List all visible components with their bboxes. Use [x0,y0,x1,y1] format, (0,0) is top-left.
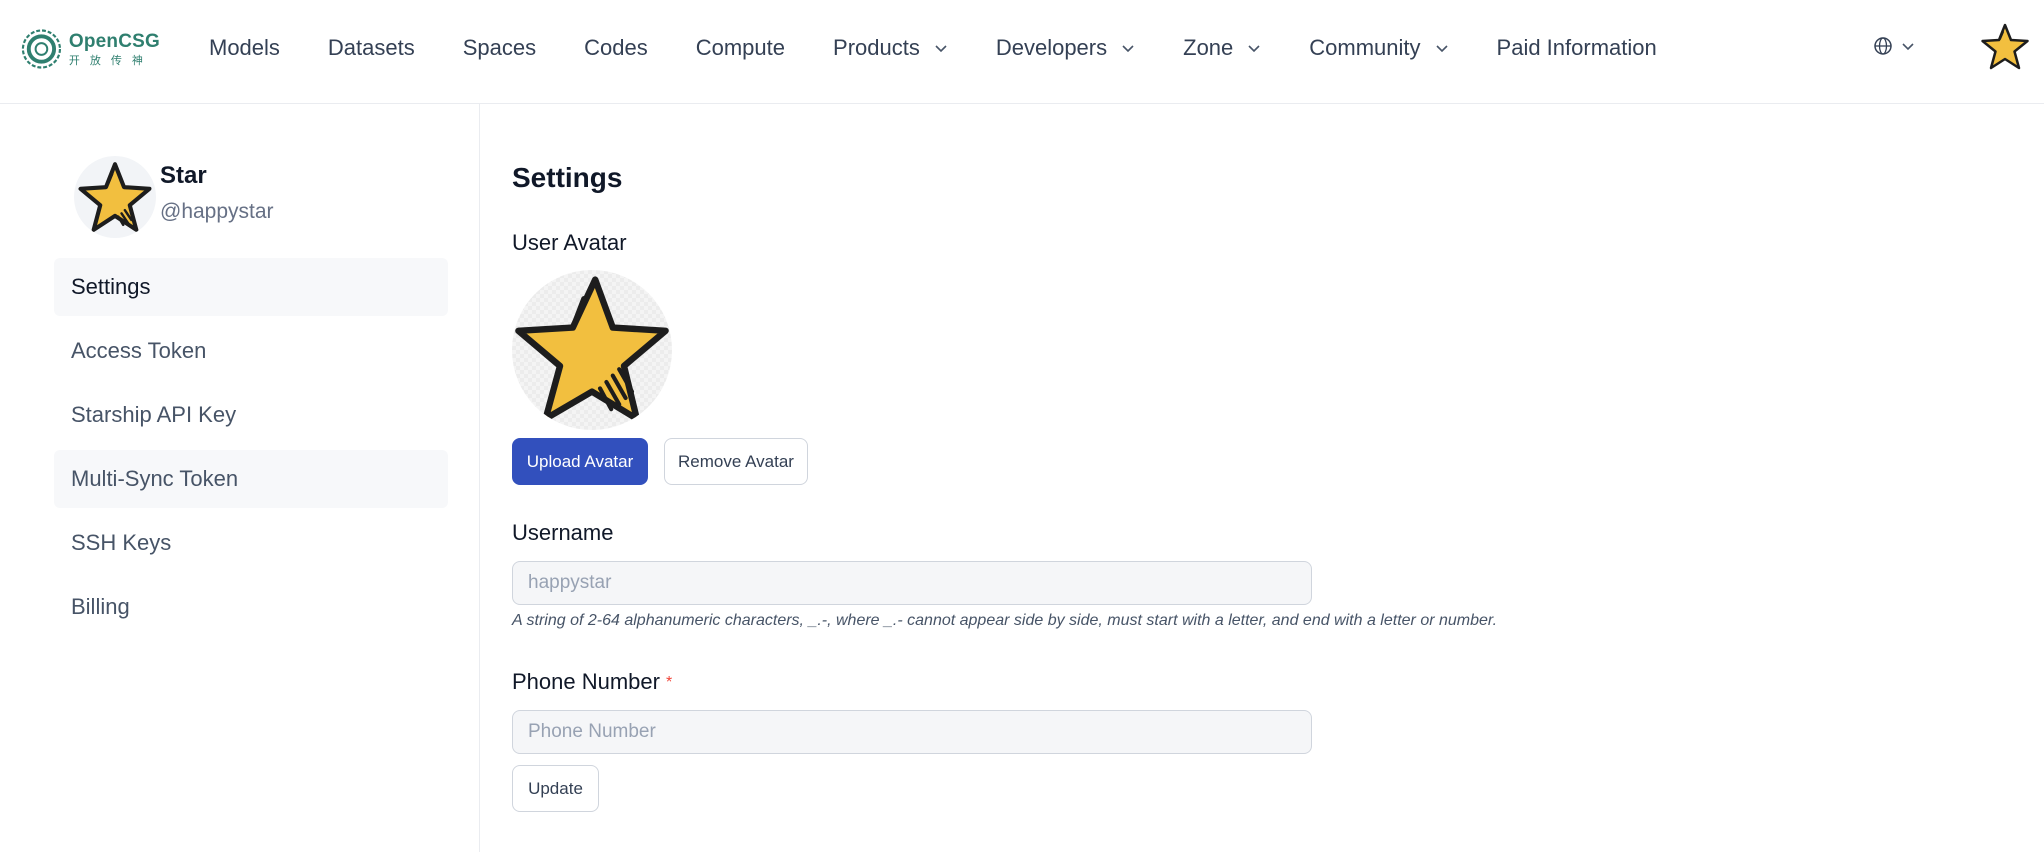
sidebar-item-settings[interactable]: Settings [54,258,448,316]
username-label: Username [512,520,614,545]
phone-number-label-text: Phone Number [512,669,660,694]
sidebar-item-label: Starship API Key [71,402,237,427]
sidebar-item-label: SSH Keys [71,530,172,555]
nav-item-codes[interactable]: Codes [560,35,672,61]
avatar [74,156,156,238]
nav-item-label: Compute [695,35,786,60]
nav-item-label: Products [833,35,920,60]
sidebar-item-multi-sync-token[interactable]: Multi-Sync Token [54,450,448,508]
profile-summary: Star @happystar [74,156,274,238]
logo-name: OpenCSG [68,30,160,52]
opencsg-logo-icon [21,29,62,69]
globe-icon [1874,37,1892,55]
page-title: Settings [512,162,623,193]
profile-name: Star [160,162,207,189]
nav-item-label: Paid Information [1496,35,1657,60]
nav-item-compute[interactable]: Compute [672,35,809,61]
star-icon [515,276,669,422]
sidebar-item-label: Access Token [71,338,207,363]
nav-item-label: Codes [584,35,648,60]
upload-avatar-button[interactable]: Upload Avatar [512,438,648,485]
sidebar-item-starship-api-key[interactable]: Starship API Key [54,386,448,444]
sidebar-item-billing[interactable]: Billing [54,578,448,636]
nav-item-products[interactable]: Products [809,35,972,61]
user-avatar-label: User Avatar [512,230,627,255]
profile-handle: @happystar [160,200,274,223]
language-selector[interactable] [1873,36,1915,56]
chevron-down-icon [1248,45,1260,53]
username-hint: A string of 2-64 alphanumeric characters… [512,612,1498,629]
nav-item-label: Models [209,35,280,60]
sidebar-menu: Settings Access Token Starship API Key M… [54,258,448,642]
settings-main: Settings User Avatar Upload Avatar Remov… [512,104,2012,852]
sidebar-item-label: Multi-Sync Token [71,466,239,491]
username-input[interactable] [512,561,1312,605]
sidebar-item-access-token[interactable]: Access Token [54,322,448,380]
nav-item-zone[interactable]: Zone [1159,35,1285,61]
nav-item-label: Zone [1183,35,1234,60]
nav-item-spaces[interactable]: Spaces [439,35,560,61]
nav-item-paid-information[interactable]: Paid Information [1473,35,1681,61]
chevron-down-icon [935,45,947,53]
nav-item-label: Spaces [462,35,537,60]
remove-avatar-button[interactable]: Remove Avatar [664,438,808,485]
phone-number-label: Phone Number * [512,669,672,695]
sidebar-item-ssh-keys[interactable]: SSH Keys [54,514,448,572]
nav-item-label: Developers [995,35,1108,60]
sidebar-item-label: Settings [71,274,151,299]
phone-number-input[interactable] [512,710,1312,754]
main-nav: Models Datasets Spaces Codes Compute Pro… [185,0,1681,96]
nav-item-label: Community [1309,35,1421,60]
star-icon [78,162,152,232]
user-avatar-preview [512,270,672,430]
opencsg-logo[interactable]: OpenCSG 开放传神 [20,26,160,72]
chevron-down-icon [1902,43,1914,51]
nav-item-label: Datasets [327,35,415,60]
required-marker: * [665,674,673,691]
top-navigation-bar: OpenCSG 开放传神 Models Datasets Spaces Code… [0,0,2044,104]
chevron-down-icon [1435,45,1448,53]
settings-sidebar: Star @happystar Settings Access Token St… [0,104,480,852]
nav-item-models[interactable]: Models [185,35,304,61]
user-avatar-star-icon[interactable] [1980,22,2030,72]
nav-item-community[interactable]: Community [1285,35,1472,61]
nav-item-datasets[interactable]: Datasets [304,35,439,61]
logo-subtitle: 开放传神 [68,54,153,67]
chevron-down-icon [1122,45,1134,53]
sidebar-item-label: Billing [71,594,130,619]
update-button[interactable]: Update [512,765,599,812]
nav-item-developers[interactable]: Developers [972,35,1159,61]
